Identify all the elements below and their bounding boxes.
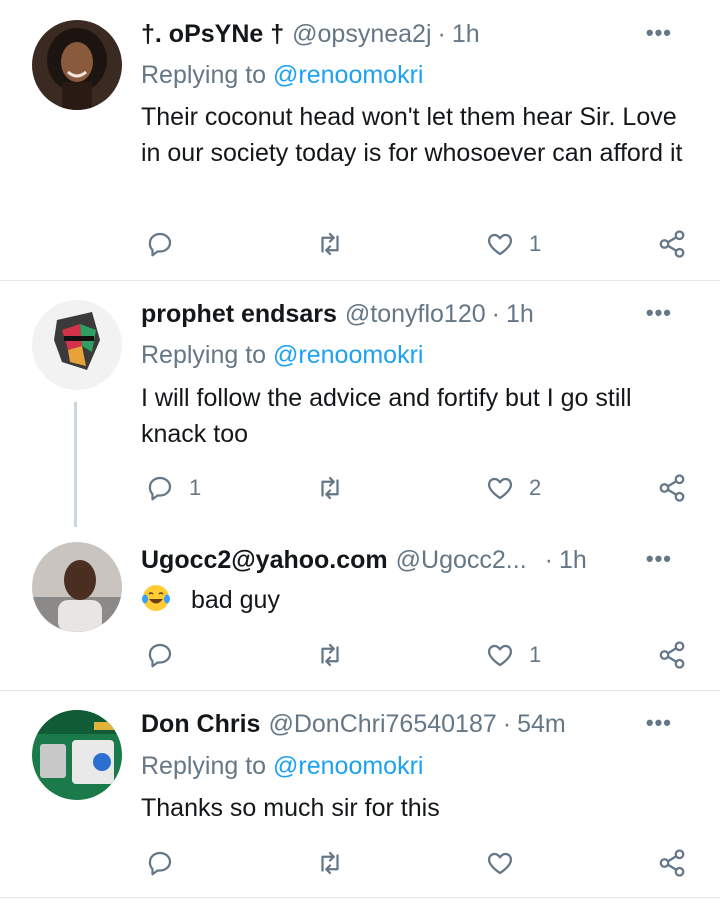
share-button[interactable] xyxy=(657,843,687,883)
avatar[interactable] xyxy=(32,542,122,632)
like-count: 1 xyxy=(529,642,542,667)
action-bar: 1 2 xyxy=(0,468,720,508)
retweet-icon xyxy=(321,476,339,500)
timestamp[interactable]: 54m xyxy=(517,710,566,738)
avatar[interactable] xyxy=(32,20,122,110)
tweet-text: bad guy xyxy=(191,586,280,614)
timestamp[interactable]: 1h xyxy=(506,300,534,328)
user-handle[interactable]: @DonChri76540187 xyxy=(268,710,496,738)
laughing-with-tears-emoji xyxy=(142,585,170,611)
like-count: 2 xyxy=(529,475,542,500)
like-icon xyxy=(487,644,513,667)
share-icon xyxy=(659,641,685,669)
dot-separator: · xyxy=(491,300,500,328)
retweet-icon xyxy=(321,851,339,875)
like-button[interactable]: 2 xyxy=(485,468,541,508)
dot-separator: · xyxy=(544,546,553,574)
tweet-text: Thanks so much sir for this xyxy=(141,794,440,822)
avatar[interactable] xyxy=(32,710,122,800)
like-count: 1 xyxy=(529,231,542,256)
retweet-button[interactable] xyxy=(315,843,359,883)
reply-button[interactable] xyxy=(145,224,189,264)
action-bar: 1 xyxy=(0,224,720,264)
tweet[interactable]: †. oPsYNe † @opsynea2j · 1h ••• Replying to… xyxy=(0,0,720,280)
reply-button[interactable]: 1 xyxy=(145,468,201,508)
mention-link[interactable]: @renoomokri xyxy=(273,61,423,89)
replying-to: Replying to @renoomokri xyxy=(141,752,423,781)
display-name[interactable]: Don Chris xyxy=(141,710,260,738)
display-name[interactable]: prophet endsars xyxy=(141,300,337,328)
more-icon[interactable]: ••• xyxy=(646,20,672,46)
retweet-button[interactable] xyxy=(315,224,359,264)
share-icon xyxy=(659,474,685,502)
share-button[interactable] xyxy=(657,224,687,264)
more-icon[interactable]: ••• xyxy=(646,546,672,572)
reply-icon xyxy=(148,851,172,876)
replying-prefix: Replying to xyxy=(141,341,274,369)
avatar-photo xyxy=(32,710,122,800)
replying-prefix: Replying to xyxy=(141,61,274,89)
replying-to: Replying to @renoomokri xyxy=(141,61,423,90)
avatar[interactable] xyxy=(32,300,122,390)
avatar-photo xyxy=(32,542,122,632)
like-button[interactable]: 1 xyxy=(485,224,541,264)
retweet-icon xyxy=(321,643,339,667)
reply-icon xyxy=(148,643,172,668)
retweet-button[interactable] xyxy=(315,635,359,675)
display-name[interactable]: †. oPsYNe † xyxy=(141,20,284,48)
avatar-photo xyxy=(32,20,122,110)
like-icon xyxy=(487,233,513,256)
reply-button[interactable] xyxy=(145,843,189,883)
timestamp[interactable]: 1h xyxy=(559,546,587,574)
mention-link[interactable]: @renoomokri xyxy=(273,341,423,369)
timestamp[interactable]: 1h xyxy=(452,20,480,48)
retweet-icon xyxy=(321,232,339,256)
tweet[interactable]: prophet endsars @tonyflo120 · 1h ••• Replyi… xyxy=(0,281,720,527)
divider xyxy=(0,897,720,898)
user-handle[interactable]: @tonyflo120 xyxy=(345,300,486,328)
tweet-text: Their coconut head won't let them hear S… xyxy=(141,103,683,167)
dot-separator: · xyxy=(502,710,512,738)
share-icon xyxy=(659,849,685,877)
tweet[interactable]: Ugocc2@yahoo.com @Ugocc2... · 1h ••• bad gu… xyxy=(0,527,720,690)
avatar-photo xyxy=(32,300,122,390)
more-icon[interactable]: ••• xyxy=(646,710,672,736)
share-icon xyxy=(659,230,685,258)
tweet-text: I will follow the advice and fortify but… xyxy=(141,384,632,448)
replying-to: Replying to @renoomokri xyxy=(141,341,423,370)
reply-icon xyxy=(148,232,172,257)
user-handle[interactable]: @Ugocc2... xyxy=(396,546,527,574)
like-button[interactable] xyxy=(485,843,529,883)
more-icon[interactable]: ••• xyxy=(646,300,672,326)
share-button[interactable] xyxy=(657,635,687,675)
mention-link[interactable]: @renoomokri xyxy=(273,752,423,780)
user-handle[interactable]: @opsynea2j xyxy=(292,20,431,48)
share-button[interactable] xyxy=(657,468,687,508)
reply-count: 1 xyxy=(189,475,202,500)
reply-icon xyxy=(148,476,172,501)
like-button[interactable]: 1 xyxy=(485,635,541,675)
tweet[interactable]: Don Chris @DonChri76540187 · 54m ••• Replyi… xyxy=(0,691,720,900)
action-bar xyxy=(0,843,720,883)
like-icon xyxy=(487,852,513,875)
replying-prefix: Replying to xyxy=(141,752,274,780)
retweet-button[interactable] xyxy=(315,468,359,508)
reply-button[interactable] xyxy=(145,635,189,675)
tweet-text-line: bad guy xyxy=(141,582,690,618)
action-bar: 1 xyxy=(0,635,720,675)
display-name[interactable]: Ugocc2@yahoo.com xyxy=(141,546,388,574)
like-icon xyxy=(487,477,513,500)
thread-line xyxy=(74,402,77,527)
dot-separator: · xyxy=(437,20,446,48)
